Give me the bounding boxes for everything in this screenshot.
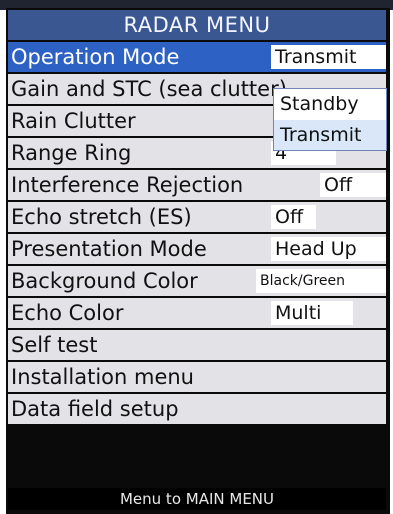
menu-item-label: Installation menu <box>11 365 194 389</box>
echo-stretch-value[interactable]: Off <box>271 205 316 229</box>
operation-mode-dropdown: Standby Transmit <box>273 88 387 151</box>
menu-item-label: Background Color <box>11 269 198 293</box>
menu-item-label: Interference Rejection <box>11 173 244 197</box>
dropdown-option-standby[interactable]: Standby <box>274 89 386 119</box>
menu-item-label: Operation Mode <box>11 45 180 69</box>
menu-item-label: Presentation Mode <box>11 237 207 261</box>
menu-item-label: Gain and STC (sea clutter) <box>11 77 287 101</box>
menu-item-self-test[interactable]: Self test <box>8 330 386 360</box>
menu-item-label: Self test <box>11 333 98 357</box>
menu-item-echo-color[interactable]: Echo Color Multi <box>8 298 386 328</box>
background-color-value[interactable]: Black/Green <box>256 269 386 293</box>
interference-rejection-value[interactable]: Off <box>320 173 386 197</box>
radar-menu-panel: RADAR MENU Operation Mode Transmit Gain … <box>6 8 390 514</box>
menu-item-echo-stretch[interactable]: Echo stretch (ES) Off <box>8 202 386 232</box>
menu-item-background-color[interactable]: Background Color Black/Green <box>8 266 386 296</box>
footer-hint: Menu to MAIN MENU <box>8 488 386 510</box>
operation-mode-value[interactable]: Transmit <box>271 45 386 69</box>
menu-item-label: Echo stretch (ES) <box>11 205 192 229</box>
menu-item-installation-menu[interactable]: Installation menu <box>8 362 386 392</box>
presentation-mode-value[interactable]: Head Up <box>271 237 386 261</box>
menu-item-operation-mode[interactable]: Operation Mode Transmit <box>8 42 386 72</box>
menu-title: RADAR MENU <box>8 10 386 40</box>
menu-item-label: Rain Clutter <box>11 109 136 133</box>
menu-item-label: Data field setup <box>11 397 179 421</box>
dropdown-option-transmit[interactable]: Transmit <box>274 120 386 150</box>
menu-item-data-field-setup[interactable]: Data field setup <box>8 394 386 424</box>
echo-color-value[interactable]: Multi <box>271 301 353 325</box>
menu-item-label: Echo Color <box>11 301 124 325</box>
menu-item-presentation-mode[interactable]: Presentation Mode Head Up <box>8 234 386 264</box>
menu-item-label: Range Ring <box>11 141 132 165</box>
menu-item-interference-rejection[interactable]: Interference Rejection Off <box>8 170 386 200</box>
